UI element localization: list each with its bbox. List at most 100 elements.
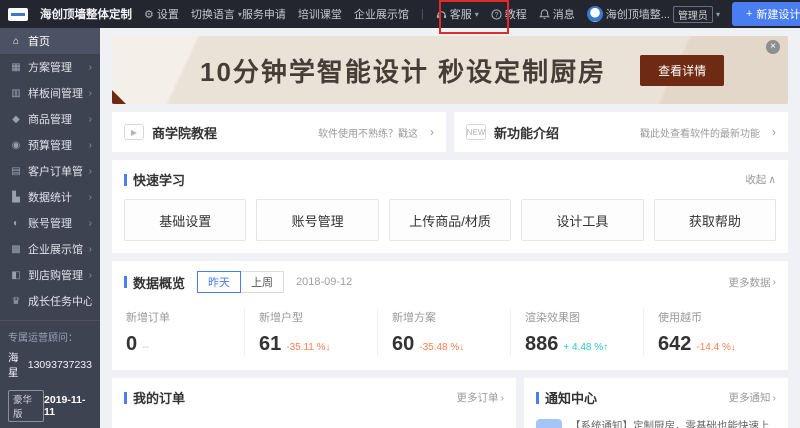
bottom-row: 我的订单 更多订单 › 新建订单 通知中心 更多通知 › [112, 378, 788, 428]
nav-service-request[interactable]: 服务申请 [242, 6, 286, 22]
trend-arrow-icon: ↑ [603, 342, 608, 353]
chevron-right-icon: › [501, 392, 505, 404]
quick-btn-account-management[interactable]: 账号管理 [256, 199, 378, 241]
new-design-label: 新建设计 [756, 6, 800, 22]
section-accent-bar [124, 392, 127, 404]
new-features-card[interactable]: NEW 新功能介绍 戳此处查看软件的最新功能 › [454, 112, 788, 152]
sidebar-item-plan-management[interactable]: ▦ 方案管理 › [0, 54, 100, 80]
notification-header: 通知中心 更多通知 › [536, 388, 776, 407]
gear-icon: ⚙ [144, 8, 154, 21]
new-design-button[interactable]: + 新建设计 [732, 2, 800, 26]
stat-label: 使用越币 [658, 309, 762, 325]
sidebar-item-growth-center[interactable]: ♛ 成长任务中心 [0, 288, 100, 314]
promo-banner[interactable]: 10分钟学智能设计 秒设定制厨房 查看详情 × [112, 36, 788, 104]
sidebar: ⌂ 首页 ▦ 方案管理 › ▥ 样板间管理 › ◆ 商品管理 › ◉ 预算管理 … [0, 28, 100, 428]
order-icon: ▤ [10, 166, 22, 177]
stat-delta: -- [142, 342, 149, 353]
trend-arrow-icon: ↓ [731, 342, 736, 353]
sidebar-item-enterprise-showroom[interactable]: ▩ 企业展示馆 › [0, 236, 100, 262]
user-icon: ◐ [10, 218, 22, 229]
advisor-label: 专属运营顾问： [8, 329, 92, 344]
quick-btn-get-help[interactable]: 获取帮助 [654, 199, 776, 241]
quick-learn-header: 快速学习 收起 ∧ [124, 170, 776, 189]
banner-close-icon[interactable]: × [766, 40, 780, 54]
business-school-card[interactable]: ▶ 商学院教程 软件使用不熟练？戳这 › [112, 112, 446, 152]
collapse-button[interactable]: 收起 ∧ [745, 172, 776, 187]
sidebar-item-account-management[interactable]: ◐ 账号管理 › [0, 210, 100, 236]
stat-label: 新增订单 [126, 309, 230, 325]
my-orders-header: 我的订单 更多订单 › [124, 388, 504, 407]
stat-value: 642 [658, 333, 691, 356]
tutorial-button[interactable]: ? 教程 [491, 6, 527, 22]
nav-training-class[interactable]: 培训课堂 [298, 6, 342, 22]
advisor-name: 海星 [8, 350, 28, 380]
card-title: 商学院教程 [152, 123, 310, 142]
plan-icon: ▦ [10, 62, 22, 73]
chevron-right-icon: › [430, 125, 434, 139]
quick-btn-upload-products[interactable]: 上传商品/材质 [389, 199, 511, 241]
messages-label: 消息 [553, 6, 575, 22]
stat-delta: -35.11 %↓ [286, 342, 330, 353]
chevron-right-icon: › [89, 244, 92, 255]
more-notifications-link[interactable]: 更多通知 › [729, 390, 777, 405]
budget-icon: ◉ [10, 140, 22, 151]
headset-icon [436, 9, 447, 20]
tab-last-week[interactable]: 上周 [240, 271, 284, 293]
home-icon: ⌂ [10, 36, 22, 47]
settings-button[interactable]: ⚙ 设置 [144, 6, 179, 22]
stat-value-row: 886 + 4.48 %↑ [525, 333, 629, 356]
my-orders-panel: 我的订单 更多订单 › 新建订单 [112, 378, 516, 428]
bar-chart-icon: ▙ [10, 192, 22, 203]
support-button[interactable]: 客服 ▾ [436, 6, 479, 22]
language-switcher[interactable]: 切换语言 ▾ [191, 6, 242, 22]
sidebar-item-product-management[interactable]: ◆ 商品管理 › [0, 106, 100, 132]
bell-icon [539, 9, 550, 20]
speaker-icon [536, 419, 562, 428]
topbar-divider: | [421, 8, 424, 20]
sidebar-item-sample-room[interactable]: ▥ 样板间管理 › [0, 80, 100, 106]
more-data-link[interactable]: 更多数据 › [729, 275, 777, 290]
sidebar-item-label: 样板间管理 [28, 85, 83, 101]
data-overview-panel: 数据概览 昨天 上周 2018-09-12 更多数据 › 新增订单 0 -- 新… [112, 261, 788, 370]
quick-btn-basic-settings[interactable]: 基础设置 [124, 199, 246, 241]
section-accent-bar [124, 276, 127, 288]
nav-enterprise-showroom[interactable]: 企业展示馆 [354, 6, 409, 22]
sidebar-item-store-purchase[interactable]: ◧ 到店购管理 › [0, 262, 100, 288]
sidebar-item-customer-orders[interactable]: ▤ 客户订单管理 › [0, 158, 100, 184]
notification-center-panel: 通知中心 更多通知 › 【系统通知】定制厨房，零基础也能快速上手，速来学习 。 … [524, 378, 788, 428]
showroom-icon: ▩ [10, 244, 22, 255]
stat-value-row: 642 -14.4 %↓ [658, 333, 762, 356]
stat-value: 0 [126, 333, 137, 356]
card-subtitle: 软件使用不熟练？戳这 [318, 125, 418, 140]
chevron-down-icon: ▾ [716, 10, 720, 19]
more-data-label: 更多数据 [729, 275, 771, 290]
card-subtitle: 戳此处查看软件的最新功能 [640, 125, 760, 140]
sidebar-item-home[interactable]: ⌂ 首页 [0, 28, 100, 54]
user-name: 海创顶墙整... [606, 6, 670, 22]
chevron-right-icon: › [89, 114, 92, 125]
card-title: 新功能介绍 [494, 123, 632, 142]
sidebar-item-label: 预算管理 [28, 137, 83, 153]
tab-yesterday[interactable]: 昨天 [197, 271, 241, 293]
stat-label: 新增户型 [259, 309, 363, 325]
sidebar-item-label: 商品管理 [28, 111, 83, 127]
chevron-right-icon: › [773, 392, 777, 404]
stats-row: 新增订单 0 -- 新增户型 61 -35.11 %↓ 新增方案 60 -35.… [124, 309, 776, 356]
sidebar-item-data-statistics[interactable]: ▙ 数据统计 › [0, 184, 100, 210]
trend-arrow-icon: ↓ [459, 342, 464, 353]
banner-cta-button[interactable]: 查看详情 [640, 55, 724, 86]
user-menu[interactable]: 海创顶墙整... 管理员 ▾ [587, 6, 720, 23]
quick-btn-design-tools[interactable]: 设计工具 [521, 199, 643, 241]
stat-new-plans: 新增方案 60 -35.48 %↓ [377, 309, 510, 356]
quick-learn-buttons: 基础设置 账号管理 上传商品/材质 设计工具 获取帮助 [124, 199, 776, 241]
messages-button[interactable]: 消息 [539, 6, 575, 22]
section-title: 快速学习 [133, 170, 185, 189]
more-orders-link[interactable]: 更多订单 › [457, 390, 505, 405]
chevron-right-icon: › [89, 192, 92, 203]
notification-item[interactable]: 【系统通知】定制厨房，零基础也能快速上手，速来学习 。 点我查看 [536, 419, 776, 428]
stat-delta: + 4.48 %↑ [563, 342, 608, 353]
trophy-icon: ♛ [10, 296, 22, 307]
sidebar-item-budget-management[interactable]: ◉ 预算管理 › [0, 132, 100, 158]
language-label: 切换语言 [191, 6, 235, 22]
topbar-right: 服务申请 培训课堂 企业展示馆 | 客服 ▾ ? 教程 消息 海创顶墙整... … [242, 2, 800, 26]
